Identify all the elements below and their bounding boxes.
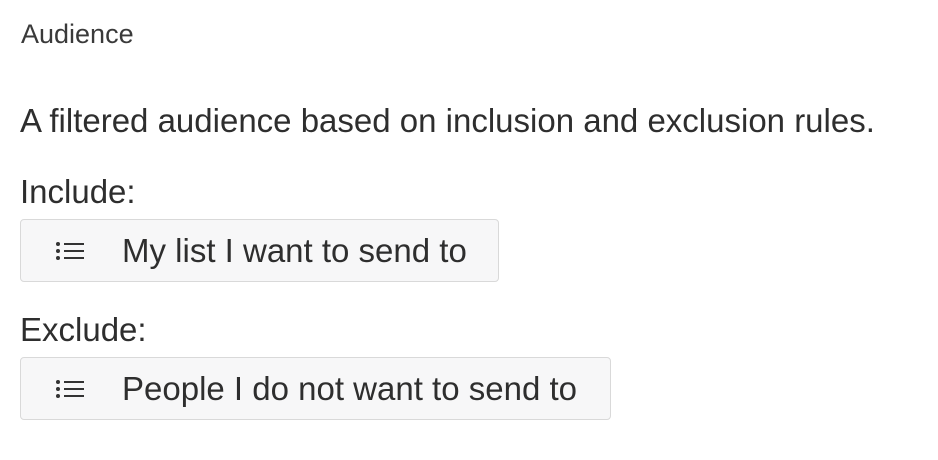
exclude-label: Exclude: (20, 311, 147, 348)
include-list-chip[interactable]: My list I want to send to (20, 219, 499, 282)
exclude-list-name: People I do not want to send to (122, 369, 577, 407)
list-icon (55, 241, 85, 261)
audience-description: A filtered audience based on inclusion a… (20, 102, 875, 139)
list-icon (55, 379, 85, 399)
include-list-name: My list I want to send to (122, 231, 467, 269)
include-label: Include: (20, 173, 136, 210)
section-title: Audience (21, 19, 134, 49)
exclude-list-chip[interactable]: People I do not want to send to (20, 357, 611, 420)
